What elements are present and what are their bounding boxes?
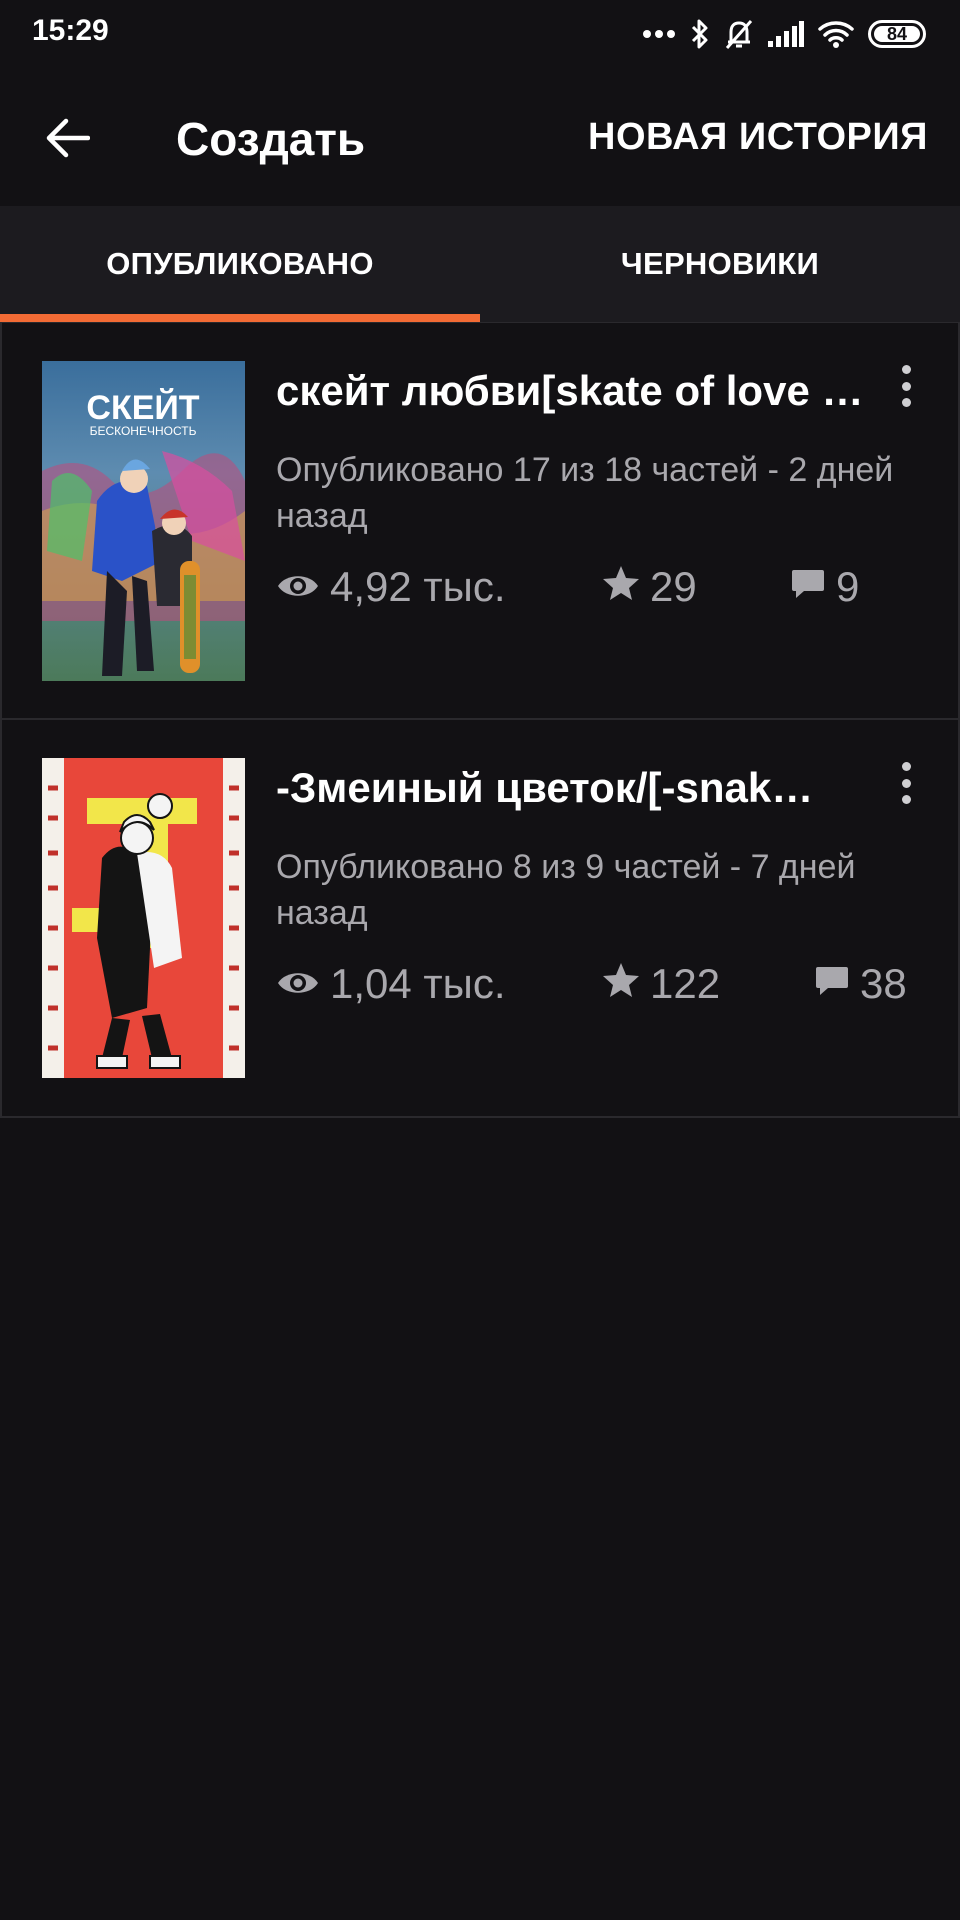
story-title[interactable]: -Змеиный цветок/[-snak… — [276, 764, 866, 812]
bluetooth-icon — [690, 18, 710, 50]
battery-level: 84 — [886, 23, 908, 44]
more-dots-icon — [642, 29, 676, 39]
more-vertical-icon — [901, 365, 911, 407]
comments-stat: 38 — [814, 960, 907, 1008]
new-story-button[interactable]: НОВАЯ ИСТОРИЯ — [588, 116, 928, 159]
votes-stat: 122 — [602, 960, 720, 1008]
story-cover-image[interactable] — [42, 758, 245, 1078]
more-options-button[interactable] — [890, 758, 922, 808]
bell-off-icon — [724, 18, 754, 50]
star-icon — [602, 960, 640, 1008]
wifi-icon — [818, 20, 854, 48]
app-bar: Создать НОВАЯ ИСТОРИЯ — [0, 70, 960, 206]
votes-count: 29 — [650, 563, 697, 610]
tab-published[interactable]: ОПУБЛИКОВАНО — [0, 206, 480, 322]
eye-icon — [276, 960, 320, 1008]
status-icons: 84 — [642, 14, 926, 54]
views-count: 1,04 тыс. — [330, 960, 506, 1007]
star-icon — [602, 563, 640, 611]
comments-count: 9 — [836, 563, 860, 610]
story-cover-image[interactable]: СКЕЙТ БЕСКОНЕЧНОСТЬ — [42, 361, 245, 681]
eye-icon — [276, 563, 320, 611]
tab-drafts[interactable]: ЧЕРНОВИКИ — [480, 206, 960, 322]
story-title[interactable]: скейт любви[skate of love … — [276, 367, 866, 415]
status-time: 15:29 — [32, 14, 109, 47]
views-count: 4,92 тыс. — [330, 563, 506, 610]
story-list: СКЕЙТ БЕСКОНЕЧНОСТЬ скейт любви[skate of… — [0, 322, 960, 1118]
story-status: Опубликовано 8 из 9 частей - 7 дней наза… — [276, 848, 856, 932]
signal-icon — [768, 21, 804, 47]
story-card[interactable]: -Змеиный цветок/[-snak… Опубликовано 8 и… — [0, 720, 960, 1118]
more-vertical-icon — [901, 762, 911, 804]
story-card[interactable]: СКЕЙТ БЕСКОНЕЧНОСТЬ скейт любви[skate of… — [0, 322, 960, 720]
cover-subtitle: БЕСКОНЕЧНОСТЬ — [90, 424, 197, 438]
comment-icon — [790, 563, 826, 611]
battery-icon: 84 — [868, 20, 926, 48]
status-bar: 15:29 84 — [0, 0, 960, 70]
comment-icon — [814, 960, 850, 1008]
more-options-button[interactable] — [890, 361, 922, 411]
votes-stat: 29 — [602, 563, 697, 611]
cover-title: СКЕЙТ — [86, 388, 199, 427]
back-button[interactable] — [36, 108, 100, 172]
votes-count: 122 — [650, 960, 721, 1007]
comments-stat: 9 — [790, 563, 859, 611]
views-stat: 4,92 тыс. — [276, 563, 506, 611]
story-status: Опубликовано 17 из 18 частей - 2 дней на… — [276, 451, 894, 535]
page-title: Создать — [176, 113, 366, 165]
tab-bar: ОПУБЛИКОВАНО ЧЕРНОВИКИ — [0, 206, 960, 322]
arrow-left-icon — [46, 118, 91, 163]
comments-count: 38 — [860, 960, 907, 1007]
views-stat: 1,04 тыс. — [276, 960, 506, 1008]
